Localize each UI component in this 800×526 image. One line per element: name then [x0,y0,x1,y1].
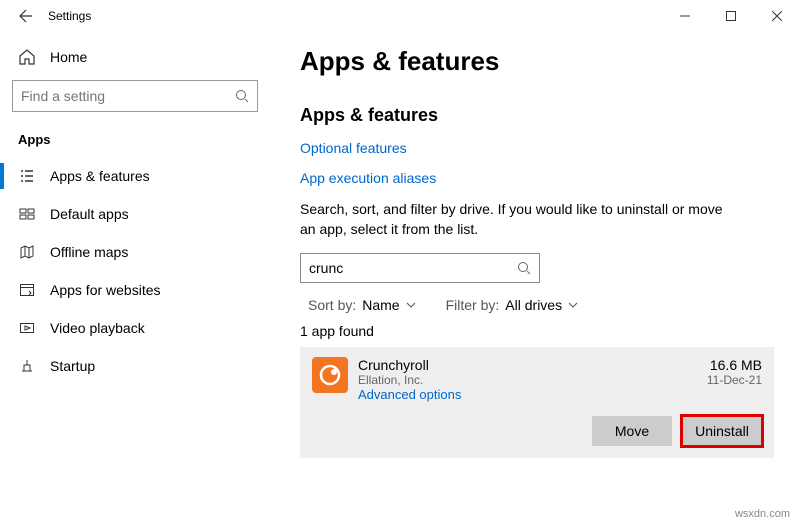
map-icon [18,243,36,261]
search-icon [517,261,531,275]
chevron-down-icon [568,300,578,310]
minimize-icon [680,11,690,21]
sidebar: Home Apps Apps & features Default apps [0,32,270,526]
app-date: 11-Dec-21 [707,373,762,387]
window-controls [662,0,800,32]
home-nav[interactable]: Home [12,40,258,80]
website-icon [18,281,36,299]
sidebar-item-label: Apps for websites [50,282,161,298]
settings-search-input[interactable] [21,88,235,104]
main-panel: Apps & features Apps & features Optional… [270,32,800,526]
sidebar-section: Apps [12,128,258,157]
section-title: Apps & features [300,105,774,126]
sidebar-item-apps-websites[interactable]: Apps for websites [12,271,258,309]
sidebar-item-offline-maps[interactable]: Offline maps [12,233,258,271]
settings-search[interactable] [12,80,258,112]
home-icon [18,48,36,66]
app-execution-aliases-link[interactable]: App execution aliases [300,170,774,186]
sidebar-nav: Apps & features Default apps Offline map… [12,157,258,385]
chevron-down-icon [406,300,416,310]
filter-row: Sort by: Name Filter by: All drives [300,297,774,313]
sort-control[interactable]: Sort by: Name [308,297,416,313]
titlebar: Settings [0,0,800,32]
close-icon [772,11,782,21]
sidebar-item-label: Video playback [50,320,145,336]
app-search[interactable] [300,253,540,283]
window-title: Settings [48,9,662,23]
move-button[interactable]: Move [592,416,672,446]
sidebar-item-label: Default apps [50,206,129,222]
watermark: wsxdn.com [735,508,790,520]
page-title: Apps & features [300,46,774,77]
home-label: Home [50,49,87,65]
sidebar-item-default-apps[interactable]: Default apps [12,195,258,233]
sidebar-item-video-playback[interactable]: Video playback [12,309,258,347]
app-search-input[interactable] [309,260,517,276]
sidebar-item-label: Apps & features [50,168,150,184]
search-icon [235,89,249,103]
sidebar-item-startup[interactable]: Startup [12,347,258,385]
filter-value: All drives [505,297,562,313]
arrow-left-icon [18,8,34,24]
defaults-icon [18,205,36,223]
minimize-button[interactable] [662,0,708,32]
maximize-button[interactable] [708,0,754,32]
sidebar-item-label: Offline maps [50,244,128,260]
app-size: 16.6 MB [707,357,762,373]
close-button[interactable] [754,0,800,32]
startup-icon [18,357,36,375]
advanced-options-link[interactable]: Advanced options [358,387,461,402]
sidebar-item-label: Startup [50,358,95,374]
sort-value: Name [362,297,399,313]
filter-label: Filter by: [446,297,500,313]
list-icon [18,167,36,185]
app-publisher: Ellation, Inc. [358,373,697,387]
sort-label: Sort by: [308,297,356,313]
video-icon [18,319,36,337]
back-button[interactable] [12,8,40,24]
app-icon-crunchyroll [312,357,348,393]
app-name: Crunchyroll [358,357,697,373]
app-card[interactable]: Crunchyroll Ellation, Inc. Advanced opti… [300,347,774,458]
description-text: Search, sort, and filter by drive. If yo… [300,200,730,239]
results-count: 1 app found [300,323,774,339]
filter-control[interactable]: Filter by: All drives [446,297,578,313]
maximize-icon [726,11,736,21]
uninstall-button[interactable]: Uninstall [682,416,762,446]
sidebar-item-apps-features[interactable]: Apps & features [12,157,258,195]
optional-features-link[interactable]: Optional features [300,140,774,156]
